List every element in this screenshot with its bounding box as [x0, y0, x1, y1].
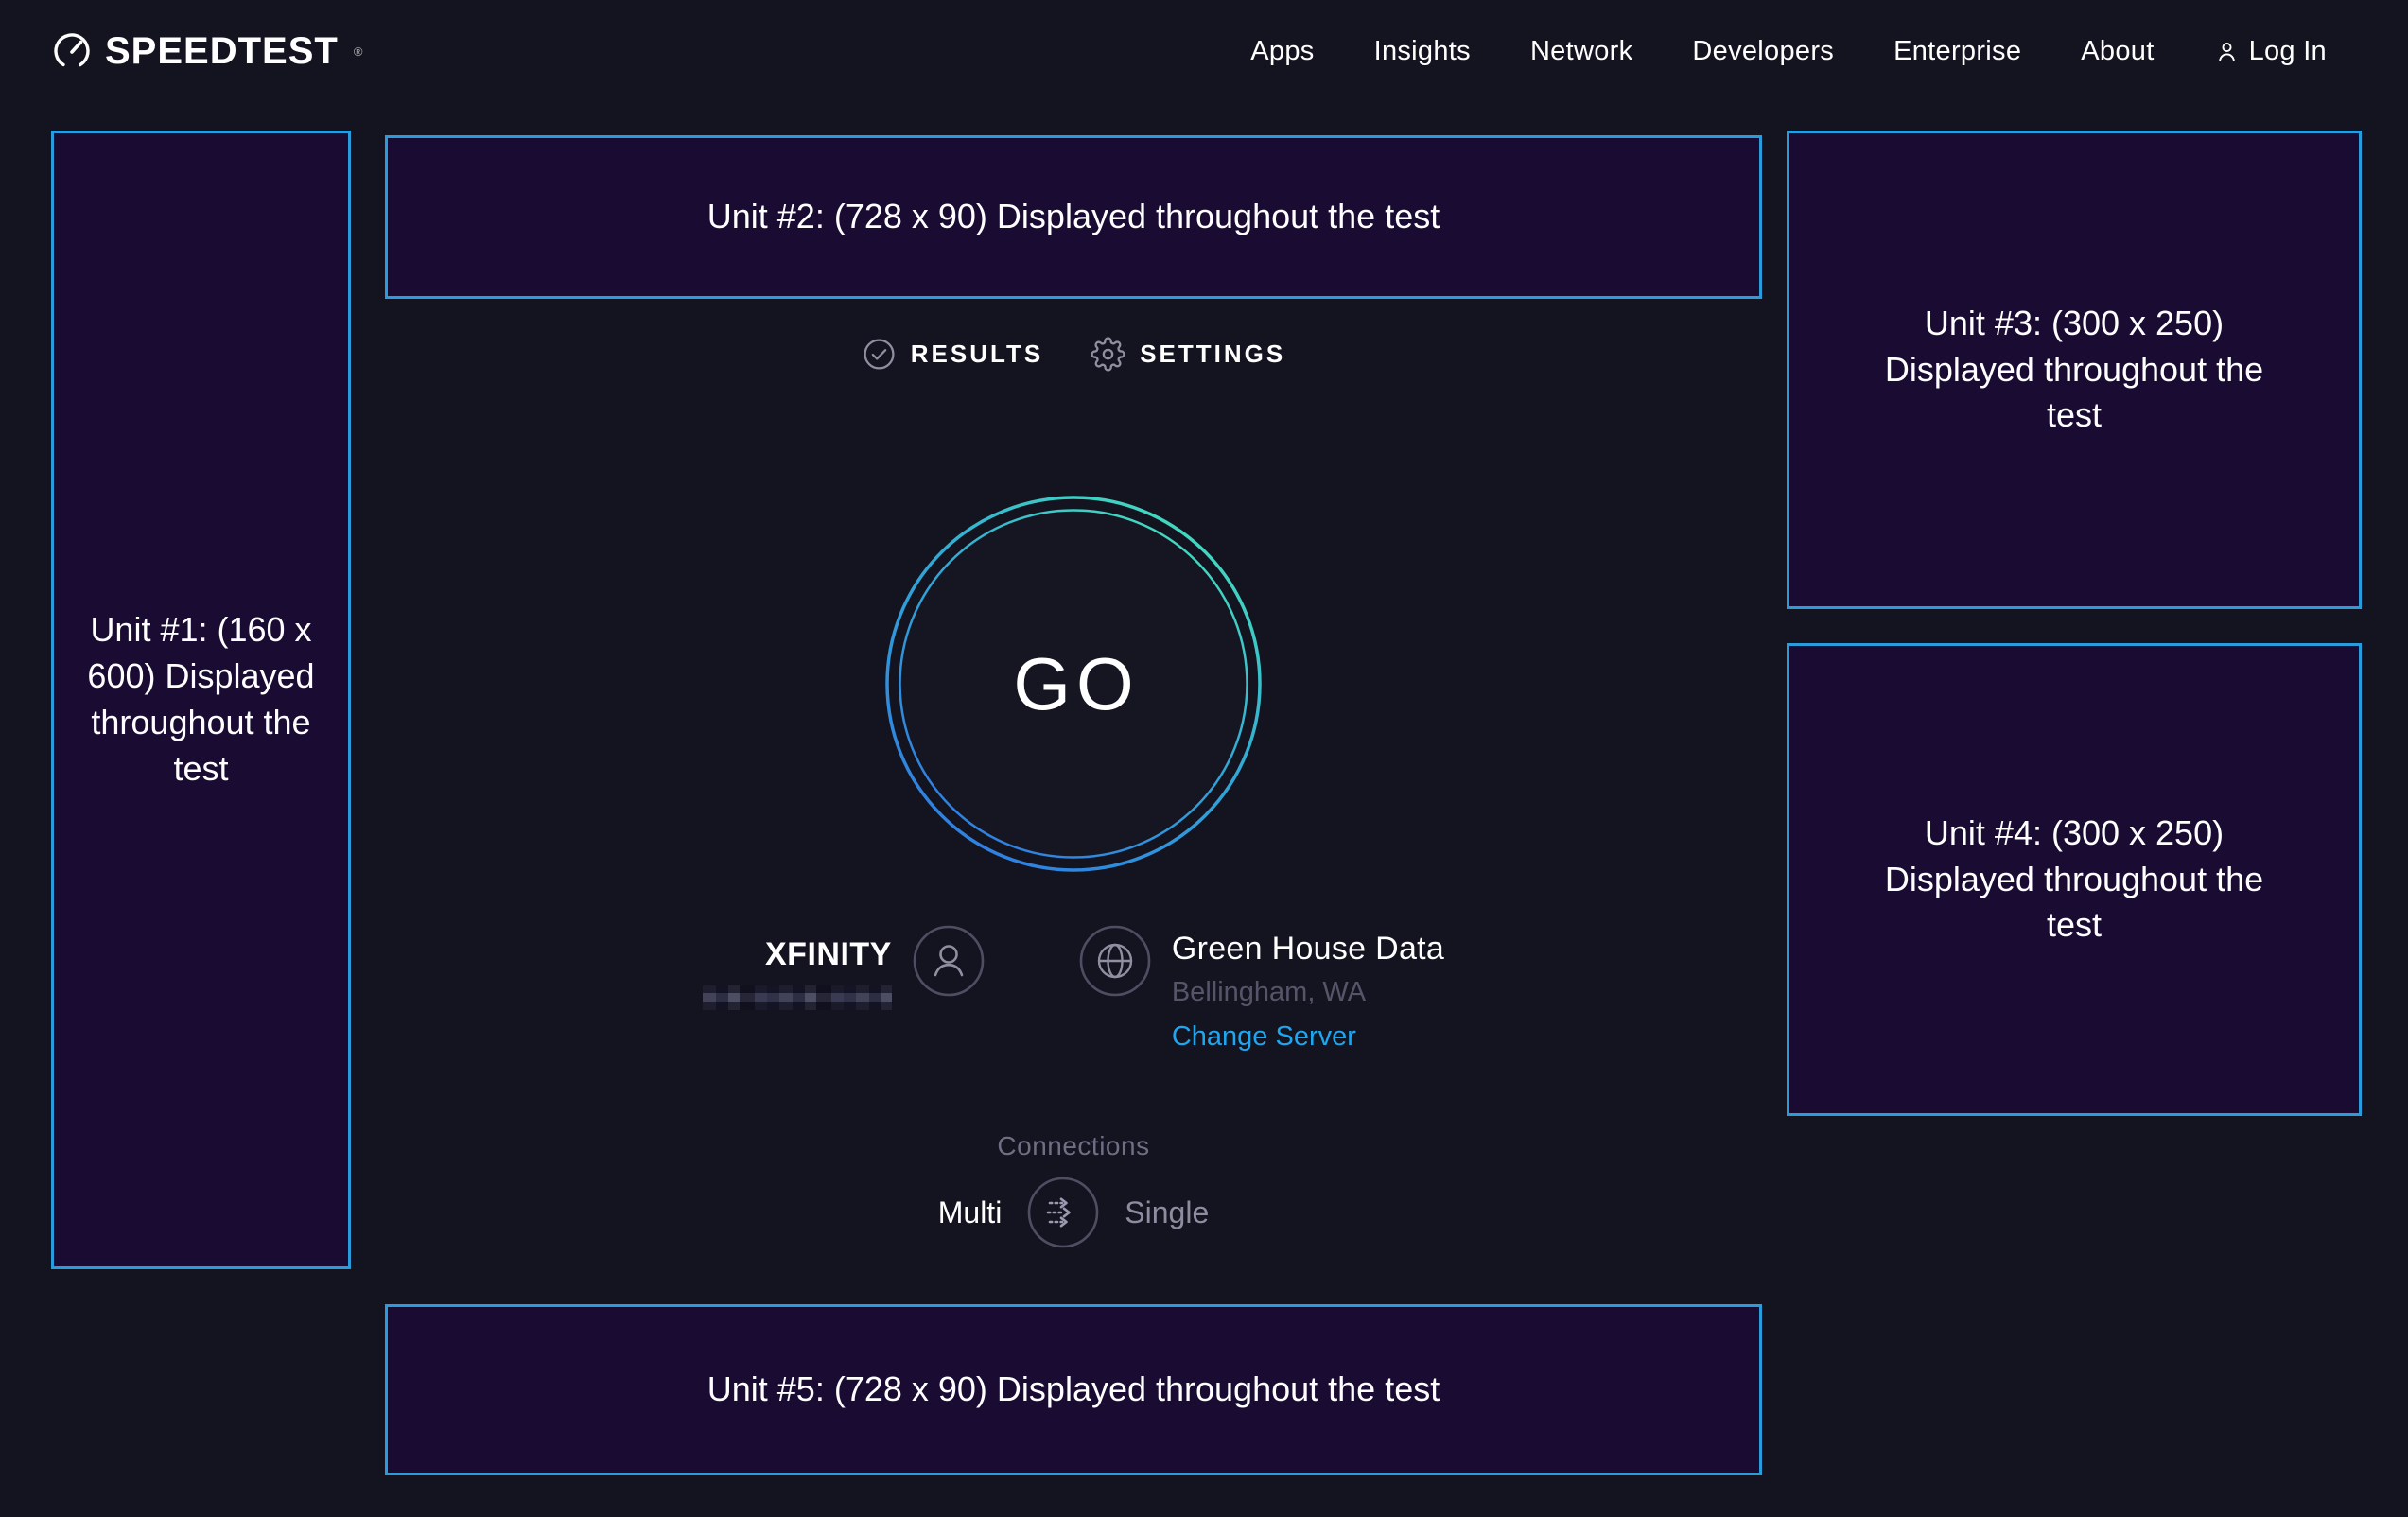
gear-icon: [1091, 337, 1125, 372]
ad-unit-5-leaderboard[interactable]: Unit #5: (728 x 90) Displayed throughout…: [385, 1304, 1762, 1475]
nav-item-enterprise[interactable]: Enterprise: [1893, 36, 2021, 67]
connections-label: Connections: [997, 1131, 1149, 1161]
connections-toggle-button[interactable]: [1027, 1177, 1099, 1248]
brand-trademark: ®: [354, 44, 363, 59]
ad-unit-2-text: Unit #2: (728 x 90) Displayed throughout…: [707, 194, 1440, 240]
ad-unit-3-rectangle[interactable]: Unit #3: (300 x 250) Displayed throughou…: [1787, 131, 2362, 609]
ad-unit-1-skyscraper[interactable]: Unit #1: (160 x 600) Displayed throughou…: [51, 131, 351, 1269]
server-location: Bellingham, WA: [1172, 977, 1366, 1008]
go-button-label: GO: [884, 495, 1263, 873]
nav-item-developers[interactable]: Developers: [1692, 36, 1834, 67]
nav-item-about[interactable]: About: [2081, 36, 2154, 67]
ad-unit-4-text: Unit #4: (300 x 250) Displayed throughou…: [1883, 811, 2266, 950]
nav-item-network[interactable]: Network: [1530, 36, 1632, 67]
multi-connection-arrows-icon: [1027, 1177, 1099, 1248]
go-button[interactable]: GO: [884, 495, 1263, 873]
isp-info: XFINITY: [703, 925, 985, 1010]
server-name: Green House Data: [1172, 931, 1444, 968]
tab-settings-label: SETTINGS: [1140, 340, 1285, 369]
tab-results[interactable]: RESULTS: [862, 337, 1043, 372]
provider-row: XFINITY Green Hou: [385, 925, 1762, 1053]
main-nav: Apps Insights Network Developers Enterpr…: [1250, 36, 2327, 67]
tab-results-label: RESULTS: [911, 340, 1043, 369]
server-info: Green House Data Bellingham, WA Change S…: [1079, 925, 1444, 1053]
login-button[interactable]: Log In: [2214, 36, 2327, 67]
connections-option-multi[interactable]: Multi: [938, 1195, 1003, 1230]
speedtest-logo[interactable]: SPEEDTEST ®: [51, 30, 362, 73]
ad-unit-4-rectangle[interactable]: Unit #4: (300 x 250) Displayed throughou…: [1787, 643, 2362, 1116]
ad-unit-5-text: Unit #5: (728 x 90) Displayed throughout…: [707, 1367, 1440, 1413]
isp-name: XFINITY: [765, 936, 892, 973]
speedtest-gauge-icon: [51, 30, 93, 72]
top-navbar: SPEEDTEST ® Apps Insights Network Develo…: [0, 0, 2408, 102]
change-server-link[interactable]: Change Server: [1172, 1021, 1356, 1053]
nav-item-insights[interactable]: Insights: [1374, 36, 1471, 67]
user-icon: [2214, 39, 2240, 64]
login-label: Log In: [2249, 36, 2327, 67]
connections-option-single[interactable]: Single: [1125, 1195, 1209, 1230]
connections-section: Connections Multi: [385, 1131, 1762, 1248]
check-circle-icon: [862, 337, 897, 372]
ad-unit-1-text: Unit #1: (160 x 600) Displayed throughou…: [85, 607, 317, 793]
tab-settings[interactable]: SETTINGS: [1091, 337, 1285, 372]
globe-circle-icon: [1079, 925, 1151, 997]
nav-item-apps[interactable]: Apps: [1250, 36, 1314, 67]
redacted-ip-pixelation: [703, 985, 892, 1010]
ad-unit-2-leaderboard[interactable]: Unit #2: (728 x 90) Displayed throughout…: [385, 135, 1762, 299]
user-circle-icon: [913, 925, 985, 997]
tabs-row: RESULTS SETTINGS: [385, 337, 1762, 372]
brand-name: SPEEDTEST: [105, 30, 339, 73]
ad-unit-3-text: Unit #3: (300 x 250) Displayed throughou…: [1883, 301, 2266, 440]
